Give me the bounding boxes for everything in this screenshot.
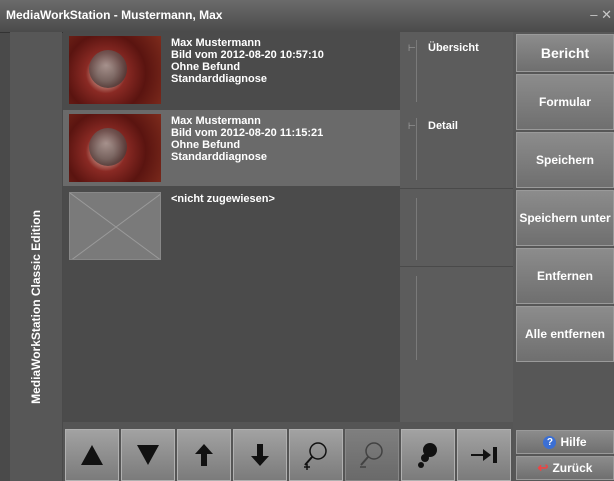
speichern-unter-button[interactable]: Speichern unter [516,190,614,246]
image-list: Max Mustermann Bild vom 2012-08-20 10:57… [63,32,400,422]
image-item[interactable]: Max Mustermann Bild vom 2012-08-20 10:57… [63,32,400,108]
zoom-in-icon [304,442,327,470]
finding: Ohne Befund [171,139,241,151]
window-title: MediaWorkStation - Mustermann, Max [6,8,223,22]
image-item-selected[interactable]: Max Mustermann Bild vom 2012-08-20 11:15… [63,110,400,186]
pin-button[interactable] [401,429,455,481]
finding: Ohne Befund [171,61,241,73]
unassigned-label: <nicht zugewiesen> [171,193,275,205]
patient-name: Max Mustermann [171,115,261,127]
slot-uebersicht[interactable]: ⊢ Übersicht [400,32,513,108]
pin-icon: ⊢ [408,43,416,53]
left-sidebar: MediaWorkStation Classic Edition [10,32,62,481]
help-icon: ? [543,435,557,449]
formular-button[interactable]: Formular [516,74,614,130]
hilfe-label: Hilfe [560,435,587,449]
report-slots: ⊢ Übersicht ⊢ Detail [400,32,513,422]
image-thumbnail[interactable] [69,114,161,182]
slot-empty[interactable] [400,190,513,266]
speichern-button[interactable]: Speichern [516,132,614,188]
back-arrow-icon: ↩ [537,460,549,475]
patient-name: Max Mustermann [171,37,261,49]
move-down-button[interactable] [121,429,175,481]
placeholder-x-icon [70,193,160,259]
toolbar [63,422,513,481]
empty-thumbnail[interactable] [69,192,161,260]
diagnosis: Standarddiagnose [171,73,267,85]
slot-empty[interactable] [400,268,513,368]
move-up-button[interactable] [65,429,119,481]
title-bar: MediaWorkStation - Mustermann, Max – ✕ [0,0,614,33]
image-item[interactable]: <nicht zugewiesen> [63,188,400,264]
zoom-out-button[interactable] [345,429,399,481]
image-thumbnail[interactable] [69,36,161,104]
slot-label: Übersicht [428,42,479,54]
zoom-in-button[interactable] [289,429,343,481]
window-controls[interactable]: – ✕ [590,7,612,23]
zurueck-label: Zurück [552,461,593,475]
insert-button[interactable] [457,429,511,481]
image-date: Bild vom 2012-08-20 10:57:10 [171,49,324,61]
arrow-up-curved-icon [195,444,213,466]
arrow-down-curved-icon [251,444,269,466]
image-date: Bild vom 2012-08-20 11:15:21 [171,127,324,139]
triangle-down-icon [137,445,159,465]
diagnosis: Standarddiagnose [171,151,267,163]
move-to-top-button[interactable] [177,429,231,481]
move-to-bottom-button[interactable] [233,429,287,481]
triangle-up-icon [81,445,103,465]
hilfe-button[interactable]: ? Hilfe [516,430,614,454]
bericht-button[interactable]: Bericht [516,34,614,72]
pin-icon [418,443,437,468]
arrow-to-bar-icon [471,447,497,463]
zurueck-button[interactable]: ↩ Zurück [516,456,614,480]
pin-icon: ⊢ [408,121,416,131]
edition-label: MediaWorkStation Classic Edition [29,210,43,404]
slot-detail[interactable]: ⊢ Detail [400,110,513,186]
entfernen-button[interactable]: Entfernen [516,248,614,304]
action-panel: Bericht Formular Speichern Speichern unt… [513,32,614,481]
alle-entfernen-button[interactable]: Alle entfernen [516,306,614,362]
slot-label: Detail [428,120,458,132]
zoom-out-icon [360,442,383,468]
